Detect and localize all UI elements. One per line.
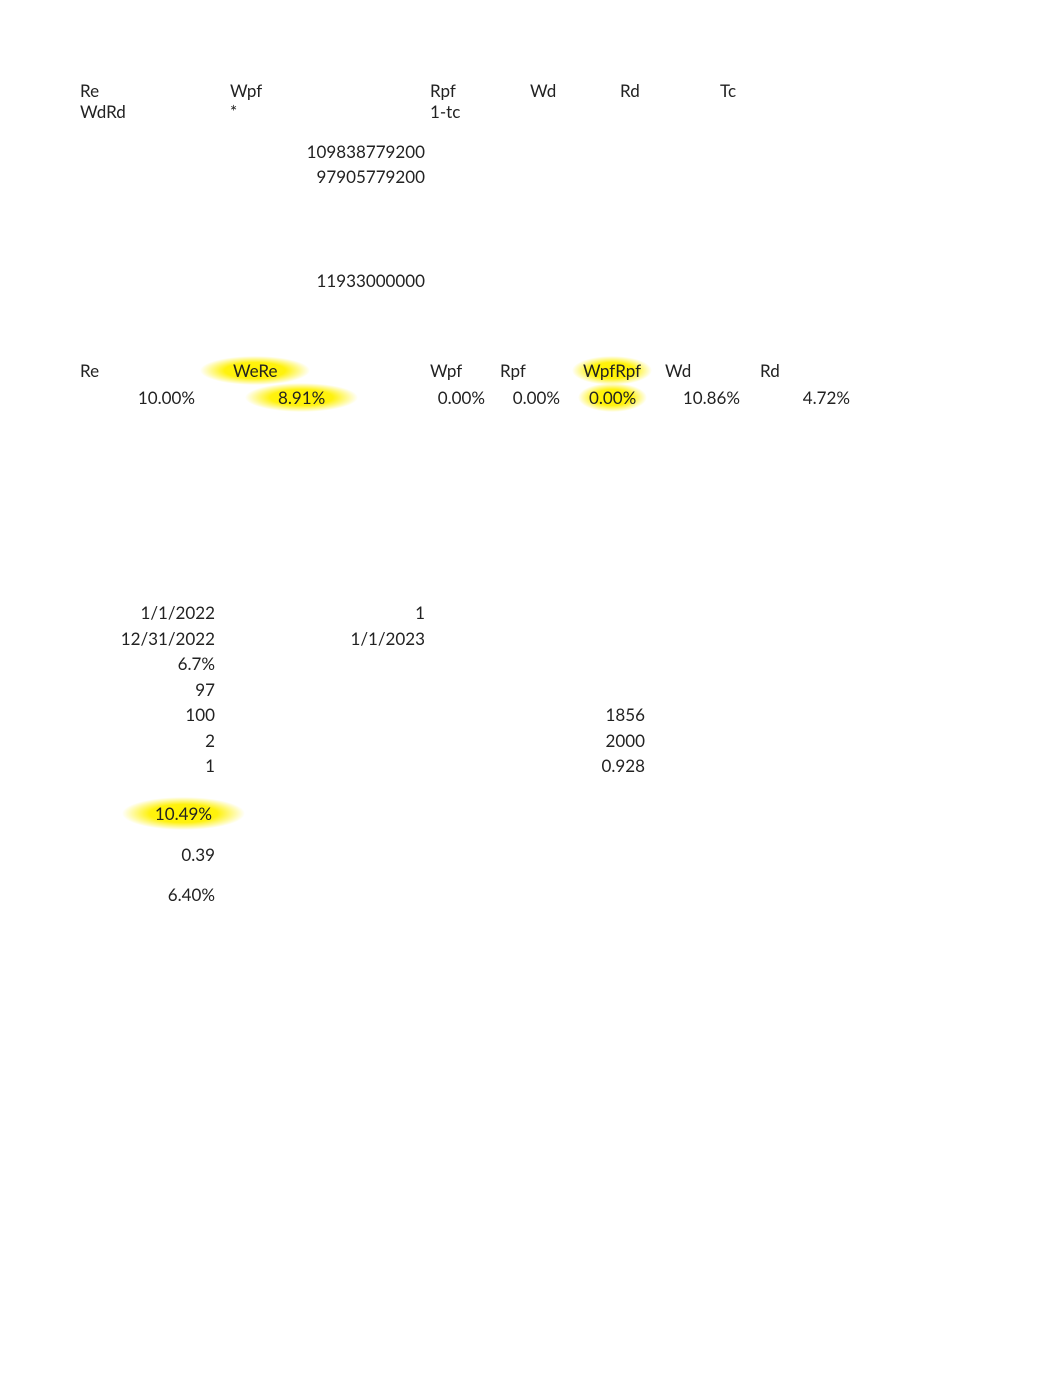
label: Wd (665, 360, 740, 381)
label: * (230, 101, 262, 122)
value: 0.00% (586, 387, 644, 408)
header-col-1: Re WdRd (80, 80, 126, 122)
label: Rpf (500, 360, 560, 381)
label: Tc (720, 80, 736, 101)
label: 1-tc (430, 101, 460, 122)
value: 1/1/2022 (80, 600, 215, 626)
value: 1 (80, 753, 215, 779)
header-col-6: Tc (720, 80, 736, 101)
value: 10.86% (665, 387, 740, 408)
header-col-4: Wd (530, 80, 556, 101)
header-col-2: Wpf * (230, 80, 262, 122)
value: 6.7% (80, 651, 215, 677)
value: 0.39 (80, 842, 215, 868)
label: WpfRpf (580, 360, 644, 381)
highlighted-value: 10.49% (80, 801, 215, 827)
percent-col-wpfrpf: WpfRpf 0.00% (580, 360, 644, 408)
value: 2000 (540, 728, 645, 754)
value: 8.91% (275, 387, 328, 408)
value: 6.40% (80, 882, 215, 908)
percent-col-re: Re 10.00% (80, 360, 195, 408)
value: 97905779200 (230, 165, 425, 190)
label: Rpf (430, 80, 460, 101)
label: WeRe (230, 360, 328, 381)
value: 100 (80, 702, 215, 728)
value: 1856 (540, 702, 645, 728)
value: 109838779200 (230, 140, 425, 165)
value: 0.00% (430, 387, 485, 408)
label: Wpf (430, 360, 485, 381)
header-col-3: Rpf 1-tc (430, 80, 460, 122)
number-block: 109838779200 97905779200 (230, 140, 425, 189)
header-col-5: Rd (620, 80, 640, 101)
value: 1 (230, 600, 425, 626)
percent-col-wpf: Wpf 0.00% (430, 360, 485, 408)
value: 12/31/2022 (80, 626, 215, 652)
data-col-c: 1856 2000 0.928 (540, 702, 645, 779)
value: 10.00% (80, 387, 195, 408)
percent-col-rd: Rd 4.72% (760, 360, 850, 408)
value: 0.928 (540, 753, 645, 779)
value: 97 (80, 677, 215, 703)
value: 11933000000 (230, 270, 425, 291)
value: 4.72% (760, 387, 850, 408)
value: 2 (80, 728, 215, 754)
percent-col-wd: Wd 10.86% (665, 360, 740, 408)
label: Rd (620, 80, 640, 101)
value: 1/1/2023 (230, 626, 425, 652)
label: Wd (530, 80, 556, 101)
number-block: 11933000000 (230, 270, 425, 291)
percent-col-were: WeRe 8.91% (230, 360, 328, 408)
data-col-b: 1 1/1/2023 (230, 600, 425, 651)
label: Rd (760, 360, 850, 381)
value: 0.00% (500, 387, 560, 408)
label: Re (80, 80, 126, 101)
percent-col-rpf: Rpf 0.00% (500, 360, 560, 408)
label: Re (80, 360, 195, 381)
label: Wpf (230, 80, 262, 101)
data-col-a: 1/1/2022 12/31/2022 6.7% 97 100 2 1 10.4… (80, 600, 215, 907)
label: WdRd (80, 101, 126, 122)
